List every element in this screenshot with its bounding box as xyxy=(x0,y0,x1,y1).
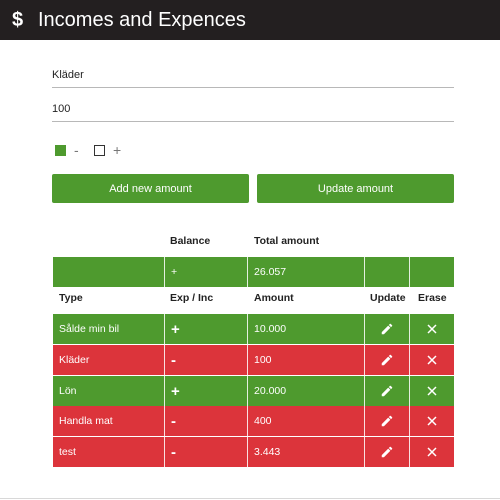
erase-header: Erase xyxy=(418,292,447,304)
balance-header: Balance xyxy=(170,235,211,247)
summary-row: + 26.057 xyxy=(53,257,454,287)
row-update-cell xyxy=(364,437,409,467)
checked-checkbox-icon[interactable] xyxy=(55,144,66,156)
row-type: Lön xyxy=(59,385,77,397)
pencil-icon[interactable] xyxy=(378,351,396,369)
amount-header: Amount xyxy=(254,292,294,304)
exp-inc-header: Exp / Inc xyxy=(170,292,214,304)
close-icon[interactable] xyxy=(423,382,441,400)
row-amount: 400 xyxy=(247,406,364,436)
update-amount-button[interactable]: Update amount xyxy=(257,174,454,203)
row-erase-cell xyxy=(409,314,454,344)
income-toggle-label: + xyxy=(113,142,122,158)
row-erase-cell xyxy=(409,406,454,436)
row-type: test xyxy=(59,446,76,458)
summary-empty-cell xyxy=(409,257,454,287)
unchecked-checkbox-icon[interactable] xyxy=(94,144,105,156)
total-amount-value: 26.057 xyxy=(247,257,364,287)
pencil-icon[interactable] xyxy=(378,412,396,430)
pencil-icon[interactable] xyxy=(378,443,396,461)
expense-toggle[interactable]: - xyxy=(55,142,79,158)
table-row: Handla mat - 400 xyxy=(53,406,454,436)
row-sign: - xyxy=(164,437,247,467)
row-sign: + xyxy=(164,314,247,344)
table-row: Sålde min bil + 10.000 xyxy=(53,314,454,344)
close-icon[interactable] xyxy=(423,443,441,461)
row-sign: - xyxy=(164,345,247,375)
row-sign: + xyxy=(164,376,247,406)
pencil-icon[interactable] xyxy=(378,320,396,338)
row-erase-cell xyxy=(409,437,454,467)
table-row: test - 3.443 xyxy=(53,437,454,467)
close-icon[interactable] xyxy=(423,412,441,430)
row-update-cell xyxy=(364,376,409,406)
row-type: Kläder xyxy=(59,354,90,366)
row-amount: 10.000 xyxy=(247,314,364,344)
app-bar: $ Incomes and Expences xyxy=(0,0,500,40)
summary-empty-cell xyxy=(364,257,409,287)
divider xyxy=(0,498,500,499)
row-amount: 3.443 xyxy=(247,437,364,467)
expense-toggle-label: - xyxy=(74,142,79,158)
row-update-cell xyxy=(364,345,409,375)
update-header: Update xyxy=(370,292,406,304)
row-erase-cell xyxy=(409,345,454,375)
row-type: Sålde min bil xyxy=(59,323,120,335)
balance-value: + xyxy=(164,257,247,287)
close-icon[interactable] xyxy=(423,320,441,338)
app-title: Incomes and Expences xyxy=(38,8,246,31)
row-amount: 100 xyxy=(247,345,364,375)
amount-input[interactable] xyxy=(52,96,454,122)
row-update-cell xyxy=(364,314,409,344)
summary-empty-cell xyxy=(53,257,164,287)
table-row: Kläder - 100 xyxy=(53,345,454,375)
pencil-icon[interactable] xyxy=(378,382,396,400)
close-icon[interactable] xyxy=(423,351,441,369)
row-type: Handla mat xyxy=(59,415,113,427)
type-name-input[interactable] xyxy=(52,62,454,88)
row-amount: 20.000 xyxy=(247,376,364,406)
row-sign: - xyxy=(164,406,247,436)
type-header: Type xyxy=(59,292,83,304)
row-update-cell xyxy=(364,406,409,436)
total-amount-header: Total amount xyxy=(254,235,320,247)
income-toggle[interactable]: + xyxy=(94,142,121,158)
table-row: Lön + 20.000 xyxy=(53,376,454,406)
add-new-amount-button[interactable]: Add new amount xyxy=(52,174,249,203)
dollar-icon: $ xyxy=(12,8,24,31)
row-erase-cell xyxy=(409,376,454,406)
